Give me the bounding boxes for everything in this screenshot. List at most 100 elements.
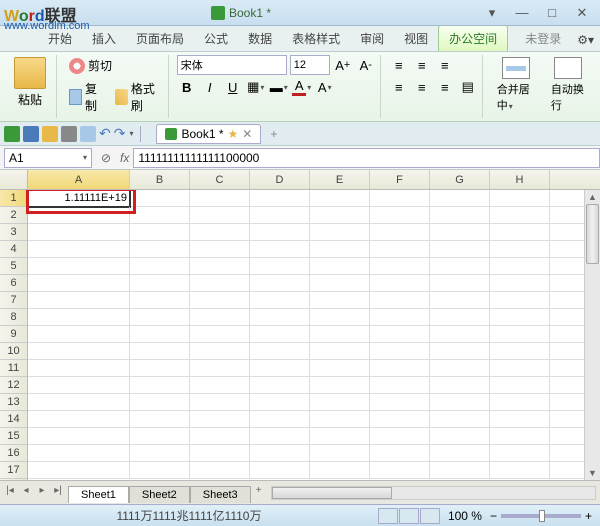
break-view-button[interactable] (420, 508, 440, 524)
cell[interactable] (190, 360, 250, 377)
minimize-button[interactable]: — (508, 4, 536, 22)
cell[interactable] (370, 224, 430, 241)
print-icon[interactable] (61, 126, 77, 142)
col-header-b[interactable]: B (130, 170, 190, 189)
cell[interactable] (370, 241, 430, 258)
cell[interactable] (28, 411, 130, 428)
cell[interactable] (130, 462, 190, 479)
border-button[interactable]: ▦▾ (246, 77, 266, 97)
cell[interactable] (130, 258, 190, 275)
align-middle-button[interactable]: ≡ (412, 55, 432, 75)
row-header[interactable]: 10 (0, 343, 27, 360)
cell[interactable] (190, 377, 250, 394)
align-center-button[interactable]: ≡ (412, 77, 432, 97)
cell[interactable] (490, 394, 550, 411)
col-header-a[interactable]: A (28, 170, 130, 189)
bold-button[interactable]: B (177, 77, 197, 97)
cell[interactable] (250, 394, 310, 411)
cell[interactable] (490, 326, 550, 343)
cell[interactable] (490, 445, 550, 462)
cell[interactable] (430, 428, 490, 445)
cell[interactable] (130, 190, 190, 207)
cell[interactable] (430, 241, 490, 258)
decrease-font-button[interactable]: A- (356, 55, 376, 75)
cell[interactable] (28, 207, 130, 224)
cell[interactable] (250, 411, 310, 428)
cell[interactable] (430, 309, 490, 326)
cell[interactable] (190, 275, 250, 292)
cell[interactable] (250, 343, 310, 360)
login-status[interactable]: 未登录 (515, 26, 571, 51)
tab-data[interactable]: 数据 (238, 26, 282, 51)
cell[interactable] (250, 207, 310, 224)
cell[interactable] (190, 224, 250, 241)
vertical-scroll-thumb[interactable] (586, 204, 599, 264)
page-view-button[interactable] (399, 508, 419, 524)
col-header-g[interactable]: G (430, 170, 490, 189)
cell[interactable] (250, 224, 310, 241)
row-header[interactable]: 16 (0, 445, 27, 462)
tab-table-style[interactable]: 表格样式 (282, 26, 350, 51)
cell[interactable] (430, 445, 490, 462)
cell[interactable] (190, 428, 250, 445)
cell[interactable] (310, 343, 370, 360)
fill-color-button[interactable]: ▬▾ (269, 77, 289, 97)
cell[interactable] (310, 462, 370, 479)
cell[interactable] (28, 445, 130, 462)
ribbon-menu-button[interactable]: ⚙▾ (571, 29, 600, 51)
doc-tab-close-icon[interactable]: ✕ (242, 127, 252, 141)
cell[interactable] (190, 241, 250, 258)
underline-button[interactable]: U (223, 77, 243, 97)
cell[interactable] (310, 428, 370, 445)
cell[interactable] (490, 360, 550, 377)
cell[interactable] (370, 377, 430, 394)
last-sheet-button[interactable]: ▸| (50, 485, 66, 501)
cell[interactable] (250, 326, 310, 343)
cell[interactable] (190, 207, 250, 224)
cell[interactable] (490, 411, 550, 428)
cell[interactable] (310, 275, 370, 292)
cell[interactable] (130, 241, 190, 258)
document-tab[interactable]: Book1 * ★ ✕ (156, 124, 261, 144)
cell[interactable] (370, 428, 430, 445)
cell[interactable] (130, 360, 190, 377)
cell[interactable] (310, 377, 370, 394)
first-sheet-button[interactable]: |◂ (2, 485, 18, 501)
cell[interactable] (430, 377, 490, 394)
cell[interactable] (250, 377, 310, 394)
cells-area[interactable]: 1.11111E+19 (28, 190, 584, 480)
cell[interactable] (190, 258, 250, 275)
save-icon[interactable] (23, 126, 39, 142)
cell[interactable] (430, 343, 490, 360)
sheet-tab-2[interactable]: Sheet2 (129, 486, 190, 503)
cell[interactable] (370, 445, 430, 462)
cell[interactable] (370, 326, 430, 343)
cell[interactable] (490, 207, 550, 224)
cell[interactable] (490, 377, 550, 394)
cell[interactable] (190, 462, 250, 479)
prev-sheet-button[interactable]: ◂ (18, 485, 34, 501)
preview-icon[interactable] (80, 126, 96, 142)
cell[interactable]: 1.11111E+19 (28, 190, 130, 207)
cell[interactable] (190, 326, 250, 343)
cell[interactable] (250, 462, 310, 479)
overflow-button[interactable]: ▾ (478, 4, 506, 22)
qat-more-icon[interactable]: ▾ (129, 129, 133, 138)
copy-button[interactable]: 复制 (65, 78, 108, 116)
select-all-corner[interactable] (0, 170, 28, 189)
merge-center-button[interactable]: 合并居中▾ (491, 55, 542, 115)
cell[interactable] (28, 292, 130, 309)
cell[interactable] (430, 394, 490, 411)
row-header[interactable]: 9 (0, 326, 27, 343)
cell[interactable] (310, 241, 370, 258)
cell[interactable] (130, 394, 190, 411)
cell[interactable] (250, 309, 310, 326)
row-header[interactable]: 2 (0, 207, 27, 224)
more-font-button[interactable]: A▾ (315, 77, 335, 97)
cell[interactable] (130, 224, 190, 241)
row-header[interactable]: 8 (0, 309, 27, 326)
col-header-c[interactable]: C (190, 170, 250, 189)
row-header[interactable]: 7 (0, 292, 27, 309)
tab-view[interactable]: 视图 (394, 26, 438, 51)
cell[interactable] (430, 292, 490, 309)
